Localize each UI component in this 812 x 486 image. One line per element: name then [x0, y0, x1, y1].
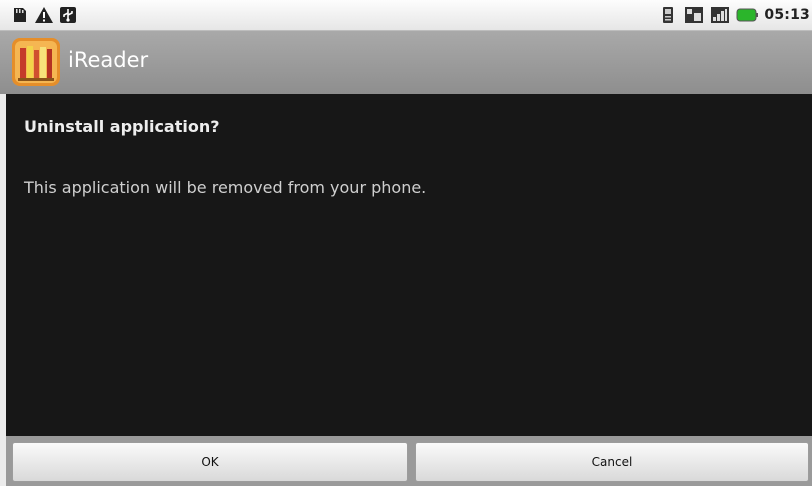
- dialog-content: [6, 94, 812, 436]
- sd-card-icon: [10, 5, 30, 25]
- signal-icon: [710, 5, 730, 25]
- app-title-bar: iReader: [0, 31, 812, 94]
- dialog-heading: Uninstall application?: [24, 117, 220, 136]
- ok-button[interactable]: OK: [12, 442, 408, 482]
- ireader-book-icon: [12, 38, 60, 86]
- warning-icon: [34, 5, 54, 25]
- app-title: iReader: [68, 48, 149, 72]
- network-icon: [684, 5, 704, 25]
- status-bar: 05:13: [0, 0, 812, 31]
- battery-icon: [736, 5, 759, 25]
- status-left-icons: [10, 5, 78, 25]
- phone-icon: [658, 5, 678, 25]
- status-right-icons: 05:13: [658, 5, 812, 25]
- uninstall-screen: 05:13 iReader Uninstall application? Thi…: [0, 0, 812, 486]
- status-time: 05:13: [764, 7, 810, 23]
- usb-icon: [58, 5, 78, 25]
- cancel-button[interactable]: Cancel: [415, 442, 809, 482]
- dialog-message: This application will be removed from yo…: [24, 178, 427, 197]
